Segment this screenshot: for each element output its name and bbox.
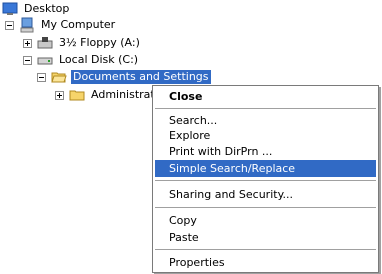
tree-label-my-computer: My Computer <box>41 18 116 31</box>
folder-open-icon <box>51 69 67 85</box>
tree-item-local-disk[interactable]: Local Disk (C:) <box>23 51 140 69</box>
floppy-drive-icon <box>37 35 53 51</box>
menu-separator <box>155 108 376 109</box>
collapse-icon[interactable] <box>37 72 46 82</box>
tree-item-my-computer[interactable]: My Computer <box>5 16 117 34</box>
tree-item-documents-and-settings[interactable]: Documents and Settings <box>37 68 212 86</box>
menu-item-properties[interactable]: Properties <box>155 254 376 271</box>
tree-label-desktop: Desktop <box>24 2 70 15</box>
hard-disk-icon <box>37 52 53 68</box>
tree-label-documents: Documents and Settings <box>70 69 212 85</box>
menu-separator <box>155 180 376 181</box>
menu-separator <box>155 249 376 250</box>
computer-icon <box>19 17 35 33</box>
menu-item-paste[interactable]: Paste <box>155 229 376 246</box>
tree-item-administrator[interactable]: Administrato <box>55 86 163 104</box>
menu-item-print-dirprn[interactable]: Print with DirPrn ... <box>155 143 376 160</box>
menu-item-close[interactable]: Close <box>155 88 376 105</box>
expand-icon[interactable] <box>55 90 64 100</box>
expand-icon[interactable] <box>23 38 32 48</box>
menu-item-explore[interactable]: Explore <box>155 127 376 144</box>
tree-label-local-disk: Local Disk (C:) <box>59 53 139 66</box>
menu-item-sharing-security[interactable]: Sharing and Security... <box>155 186 376 203</box>
desktop-icon <box>2 1 18 17</box>
tree-label-floppy: 3½ Floppy (A:) <box>59 36 140 49</box>
menu-separator <box>155 207 376 208</box>
collapse-icon[interactable] <box>5 20 14 30</box>
collapse-icon[interactable] <box>23 55 32 65</box>
context-menu: Close Search... Explore Print with DirPr… <box>152 85 379 273</box>
menu-item-copy[interactable]: Copy <box>155 212 376 229</box>
folder-icon <box>69 87 85 103</box>
menu-item-simple-search-replace[interactable]: Simple Search/Replace <box>155 160 376 177</box>
tree-item-floppy[interactable]: 3½ Floppy (A:) <box>23 34 142 52</box>
